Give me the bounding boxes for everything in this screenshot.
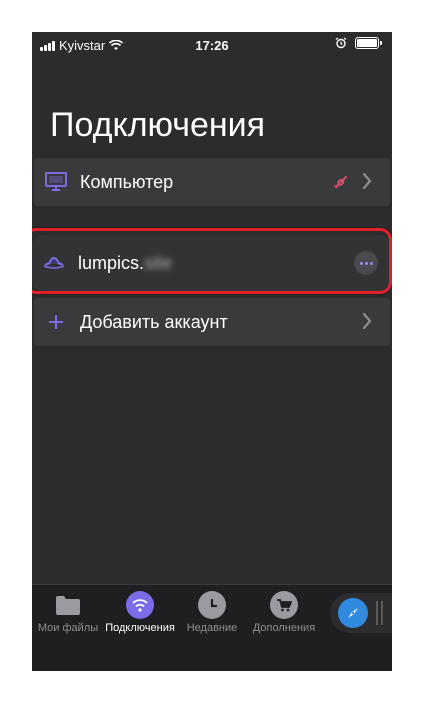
tab-label: Мои файлы <box>37 622 99 634</box>
account-label: lumpics. <box>78 252 145 273</box>
folder-icon <box>54 591 82 619</box>
computer-label: Компьютер <box>80 171 174 192</box>
tab-label: Дополнения <box>252 622 316 634</box>
account-label-blurred: site <box>144 252 173 273</box>
hat-icon <box>42 251 66 275</box>
tab-recent[interactable]: Недавние <box>176 591 248 634</box>
status-right <box>335 37 382 49</box>
status-bar: Kyivstar 17:26 <box>32 32 392 58</box>
plus-icon <box>44 310 68 334</box>
connection-row-computer[interactable]: Компьютер <box>34 158 390 206</box>
drag-handle[interactable] <box>381 601 383 625</box>
link-off-icon <box>333 176 347 190</box>
tab-label: Подключения <box>105 622 175 634</box>
tab-label: Недавние <box>186 622 238 634</box>
add-account-label: Добавить аккаунт <box>80 311 228 332</box>
more-options-button[interactable] <box>354 251 378 275</box>
tab-extras[interactable]: Дополнения <box>248 591 320 634</box>
compass-panel[interactable] <box>330 593 392 633</box>
tab-bar: Мои файлы Подключения Недавние Дополнени… <box>32 584 392 671</box>
app-screen: Kyivstar 17:26 Подключения Компьютер lum… <box>32 32 392 671</box>
connection-row-account[interactable]: lumpics. site <box>32 235 390 291</box>
alarm-icon <box>335 37 347 49</box>
tab-my-files[interactable]: Мои файлы <box>32 591 104 634</box>
chevron-right-icon <box>362 172 372 190</box>
page-title: Подключения <box>50 106 266 144</box>
battery-icon <box>355 37 382 49</box>
clock-icon <box>198 591 226 619</box>
chevron-right-icon <box>362 312 372 330</box>
monitor-icon <box>44 170 68 194</box>
drag-handle[interactable] <box>376 601 378 625</box>
wifi-icon <box>126 591 154 619</box>
add-account-row[interactable]: Добавить аккаунт <box>34 298 390 346</box>
tab-connections[interactable]: Подключения <box>104 591 176 634</box>
compass-icon <box>338 598 368 628</box>
cart-icon <box>270 591 298 619</box>
